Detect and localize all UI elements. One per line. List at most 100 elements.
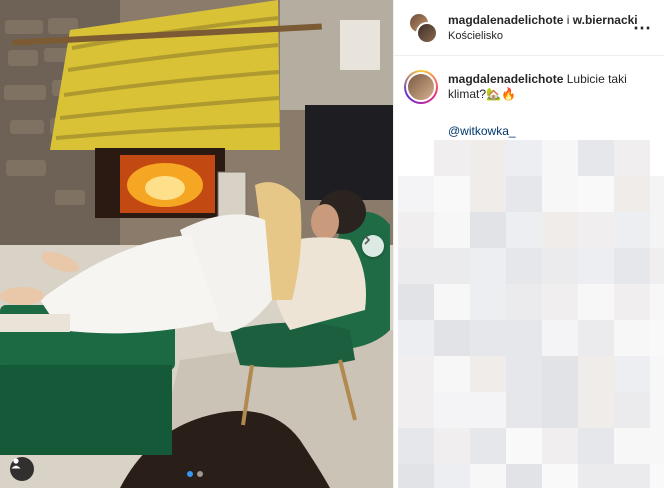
blurred-tile (578, 284, 614, 320)
blurred-tile (578, 320, 614, 356)
author-link[interactable]: magdalenadelichote (448, 13, 563, 27)
blurred-tile (470, 356, 506, 392)
blurred-tile (470, 140, 506, 176)
avatar (406, 72, 436, 102)
blurred-tile (614, 140, 650, 176)
post-side-panel: magdalenadelichote i w.biernacki Kościel… (393, 0, 664, 488)
blurred-tile (542, 284, 578, 320)
blurred-tile (398, 356, 434, 392)
blurred-tile (578, 464, 614, 488)
blurred-tile (434, 356, 470, 392)
blurred-tile (614, 356, 650, 392)
blurred-tile (470, 428, 506, 464)
blurred-tile (650, 464, 664, 488)
blurred-tile (578, 176, 614, 212)
blurred-tile (542, 392, 578, 428)
blurred-tile (434, 176, 470, 212)
blurred-tile (434, 320, 470, 356)
blurred-tile (434, 392, 470, 428)
location-link[interactable]: Kościelisko (448, 30, 633, 42)
blurred-tile (398, 248, 434, 284)
blurred-tile (434, 464, 470, 488)
carousel-dot[interactable] (197, 471, 203, 477)
blurred-tile (614, 212, 650, 248)
blurred-tile (614, 284, 650, 320)
carousel-next-button[interactable] (362, 235, 384, 257)
blurred-tile (578, 392, 614, 428)
blurred-tile (614, 320, 650, 356)
header-authors: magdalenadelichote i w.biernacki (448, 13, 638, 27)
caption-body: magdalenadelichote Lubicie taki klimat?🏡… (448, 70, 650, 139)
blurred-tile (650, 320, 664, 356)
blurred-tile (506, 464, 542, 488)
blurred-tile (398, 428, 434, 464)
blurred-tile (542, 428, 578, 464)
post-photo[interactable] (0, 0, 393, 488)
blurred-tile (578, 140, 614, 176)
blurred-tile (470, 392, 506, 428)
blurred-tile (542, 248, 578, 284)
blurred-tile (434, 284, 470, 320)
blurred-tile (650, 212, 664, 248)
blurred-tile (470, 464, 506, 488)
caption: magdalenadelichote Lubicie taki klimat?🏡… (394, 56, 664, 139)
caption-avatar[interactable] (404, 70, 438, 104)
blurred-tile (470, 320, 506, 356)
blurred-tile (434, 428, 470, 464)
blurred-tile (506, 392, 542, 428)
blurred-tile (506, 284, 542, 320)
blurred-tile (506, 320, 542, 356)
blurred-tile (578, 248, 614, 284)
blurred-comments (394, 136, 664, 488)
author-avatars[interactable] (408, 11, 438, 44)
blurred-tile (506, 248, 542, 284)
blurred-tile (470, 176, 506, 212)
blurred-tile (470, 284, 506, 320)
blurred-tile (542, 176, 578, 212)
blurred-tile (398, 464, 434, 488)
blurred-tile (542, 212, 578, 248)
author-joiner: i (563, 13, 573, 27)
blurred-tile (506, 176, 542, 212)
blurred-tile (650, 248, 664, 284)
blurred-tile (434, 140, 470, 176)
carousel-dots (187, 471, 203, 477)
chevron-right-icon (364, 235, 371, 245)
blurred-tile (542, 356, 578, 392)
coauthor-link[interactable]: w.biernacki (573, 13, 638, 27)
blurred-tile (614, 176, 650, 212)
avatar (416, 21, 438, 44)
blurred-tile (578, 428, 614, 464)
caption-author[interactable]: magdalenadelichote (448, 72, 563, 86)
blurred-tile (506, 428, 542, 464)
post-header: magdalenadelichote i w.biernacki Kościel… (394, 0, 664, 56)
caption-emoji: 🏡🔥 (486, 87, 516, 101)
blurred-tile (578, 212, 614, 248)
blurred-tile (506, 212, 542, 248)
blurred-tile (614, 392, 650, 428)
blurred-tile (398, 176, 434, 212)
carousel-dot[interactable] (187, 471, 193, 477)
blurred-tile (398, 392, 434, 428)
header-text: magdalenadelichote i w.biernacki Kościel… (448, 13, 638, 42)
blurred-tile (542, 464, 578, 488)
user-icon (11, 458, 21, 469)
blurred-tile (434, 248, 470, 284)
blurred-tile (398, 320, 434, 356)
blurred-tile (650, 284, 664, 320)
blurred-tile (578, 356, 614, 392)
blurred-tile (650, 176, 664, 212)
blurred-tile (614, 464, 650, 488)
blurred-tile (470, 212, 506, 248)
blurred-tile (398, 284, 434, 320)
blurred-tile (542, 140, 578, 176)
blurred-tile (506, 356, 542, 392)
blurred-tile (650, 428, 664, 464)
blurred-tile (470, 248, 506, 284)
user-tag-button[interactable] (10, 457, 34, 481)
blurred-tile (650, 356, 664, 392)
blurred-tile (650, 392, 664, 428)
blurred-tile (434, 212, 470, 248)
blurred-tile (398, 212, 434, 248)
more-options-icon[interactable]: ⋯ (633, 19, 652, 37)
